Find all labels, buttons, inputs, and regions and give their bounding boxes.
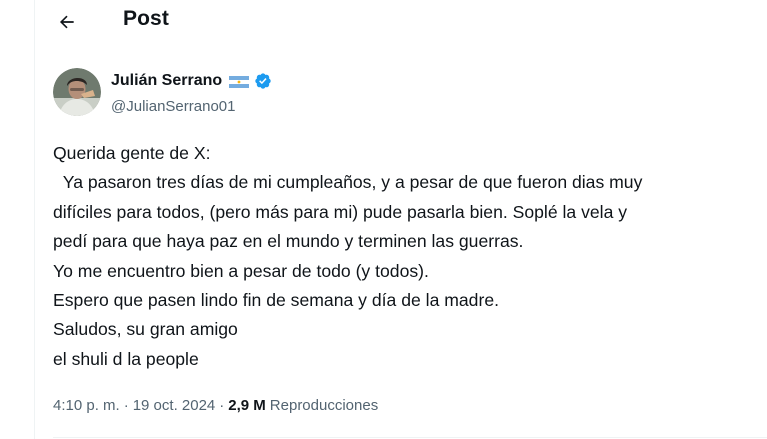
argentina-flag-icon	[229, 75, 250, 88]
author-display-name[interactable]: Julián Serrano	[111, 72, 222, 90]
column-divider	[34, 0, 35, 439]
meta-separator: ·	[123, 397, 129, 414]
post-view: Post Julián Serrano @JulianSerrano01 Que…	[0, 0, 767, 439]
tweet-line: el shuli d la people	[53, 348, 199, 369]
meta-separator: ·	[219, 397, 225, 414]
page-title: Post	[123, 7, 169, 30]
views-count: 2,9 M	[228, 397, 266, 414]
avatar-image	[53, 68, 101, 116]
tweet-line: Yo me encuentro bien a pesar de todo (y …	[53, 260, 429, 281]
tweet-line: Saludos, su gran amigo	[53, 319, 238, 340]
author-handle[interactable]: @JulianSerrano01	[111, 98, 235, 115]
post-header: Post	[35, 0, 767, 44]
tweet-line: Querida gente de X:	[53, 143, 211, 163]
divider	[53, 437, 767, 438]
views-label: Reproducciones	[269, 397, 379, 414]
back-button[interactable]	[53, 8, 81, 36]
tweet-time[interactable]: 4:10 p. m.	[53, 397, 120, 414]
author-name-row: Julián Serrano	[111, 72, 272, 90]
tweet-line: difíciles para todos, (pero más para mi)…	[53, 201, 628, 222]
tweet-text: Querida gente de X: Ya pasaron tres días…	[53, 139, 753, 374]
verified-badge-icon[interactable]	[254, 72, 272, 90]
tweet-line: Ya pasaron tres días de mi cumpleaños, y…	[53, 172, 643, 193]
avatar[interactable]	[53, 68, 101, 116]
tweet-line: pedí para que haya paz en el mundo y ter…	[53, 231, 524, 252]
tweet-date[interactable]: 19 oct. 2024	[133, 397, 216, 414]
tweet-meta: 4:10 p. m. · 19 oct. 2024 · 2,9 M Reprod…	[53, 397, 378, 414]
arrow-left-icon	[59, 15, 74, 29]
tweet-line: Espero que pasen lindo fin de semana y d…	[53, 290, 499, 311]
